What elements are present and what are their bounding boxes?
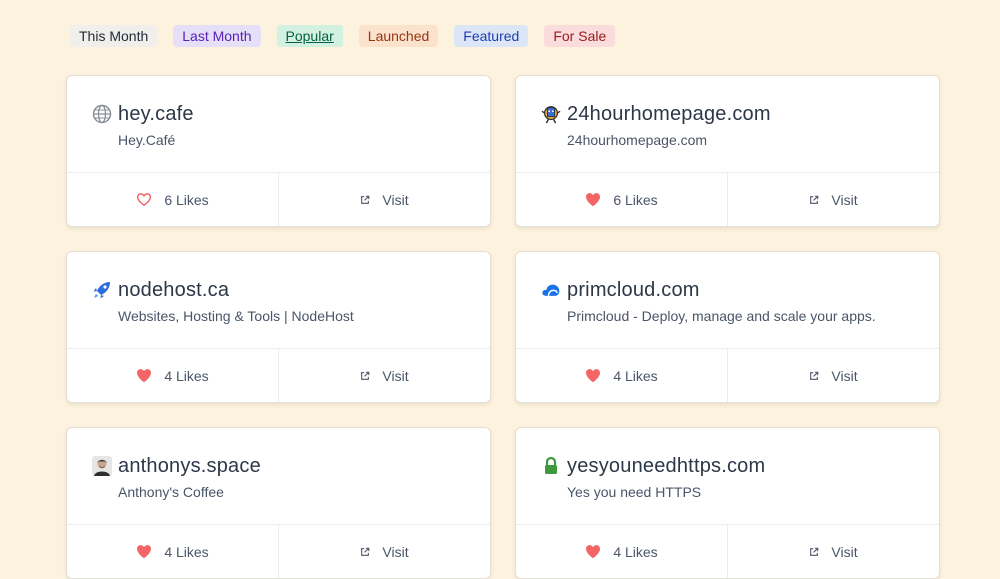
card-actions: 6 Likes Visit [67, 173, 490, 226]
visit-button[interactable]: Visit [728, 525, 939, 578]
site-card: primcloud.com Primcloud - Deploy, manage … [515, 251, 940, 403]
rocket-icon [92, 280, 112, 300]
avatar-icon [92, 456, 112, 476]
external-link-icon [809, 195, 819, 205]
like-button[interactable]: 4 Likes [516, 349, 728, 402]
title-row: primcloud.com [541, 278, 939, 302]
heart-icon [136, 544, 152, 559]
site-title[interactable]: primcloud.com [567, 279, 700, 302]
like-button[interactable]: 6 Likes [516, 173, 728, 226]
site-grid: hey.cafe Hey.Café 6 Likes Visit 24hourhomepa… [66, 75, 940, 579]
card-header: 24hourhomepage.com 24hourhomepage.com [516, 76, 939, 174]
filter-popular[interactable]: Popular [276, 25, 343, 47]
likes-count: 4 Likes [613, 367, 658, 384]
like-button[interactable]: 6 Likes [67, 173, 279, 226]
visit-button[interactable]: Visit [279, 525, 490, 578]
site-description: Anthony's Coffee [118, 484, 224, 500]
filter-for-sale[interactable]: For Sale [544, 25, 616, 47]
site-title[interactable]: anthonys.space [118, 455, 261, 478]
visit-label: Visit [382, 543, 409, 560]
site-description: Yes you need HTTPS [567, 484, 702, 500]
likes-count: 4 Likes [164, 367, 209, 384]
card-actions: 4 Likes Visit [516, 525, 939, 578]
external-link-icon [809, 547, 819, 557]
site-card: yesyouneedhttps.com Yes you need HTTPS 4 L… [515, 427, 940, 579]
card-actions: 4 Likes Visit [516, 349, 939, 402]
card-header: anthonys.space Anthony's Coffee [67, 428, 490, 526]
site-description: Websites, Hosting & Tools | NodeHost [118, 308, 354, 324]
likes-count: 4 Likes [164, 543, 209, 560]
card-actions: 4 Likes Visit [67, 525, 490, 578]
card-header: nodehost.ca Websites, Hosting & Tools | N… [67, 252, 490, 350]
card-actions: 4 Likes Visit [67, 349, 490, 402]
site-description: Primcloud - Deploy, manage and scale you… [567, 308, 876, 324]
globe-icon [92, 104, 112, 124]
visit-button[interactable]: Visit [728, 349, 939, 402]
heart-icon [585, 544, 601, 559]
cloud-icon [541, 280, 561, 300]
title-row: hey.cafe [92, 102, 490, 126]
site-card: 24hourhomepage.com 24hourhomepage.com 6 Li… [515, 75, 940, 227]
filter-featured[interactable]: Featured [454, 25, 529, 47]
site-card: nodehost.ca Websites, Hosting & Tools | N… [66, 251, 491, 403]
filter-last-month[interactable]: Last Month [173, 25, 261, 47]
site-card: anthonys.space Anthony's Coffee 4 Likes Vis… [66, 427, 491, 579]
visit-label: Visit [382, 367, 409, 384]
heart-icon [585, 192, 601, 207]
like-button[interactable]: 4 Likes [516, 525, 728, 578]
site-card: hey.cafe Hey.Café 6 Likes Visit [66, 75, 491, 227]
lock-icon [541, 456, 561, 476]
visit-label: Visit [382, 191, 409, 208]
like-button[interactable]: 4 Likes [67, 349, 279, 402]
site-title[interactable]: hey.cafe [118, 103, 194, 126]
external-link-icon [360, 195, 370, 205]
filter-bar: This Month Last Month Popular Launched Featu… [70, 25, 616, 47]
title-row: 24hourhomepage.com [541, 102, 939, 126]
card-header: yesyouneedhttps.com Yes you need HTTPS [516, 428, 939, 526]
site-description: 24hourhomepage.com [567, 132, 708, 148]
filter-launched[interactable]: Launched [358, 25, 439, 47]
title-row: yesyouneedhttps.com [541, 454, 939, 478]
heart-icon [136, 192, 152, 207]
like-button[interactable]: 4 Likes [67, 525, 279, 578]
external-link-icon [360, 547, 370, 557]
visit-label: Visit [831, 191, 858, 208]
site-title[interactable]: 24hourhomepage.com [567, 103, 771, 126]
visit-button[interactable]: Visit [279, 349, 490, 402]
heart-icon [585, 368, 601, 383]
visit-button[interactable]: Visit [728, 173, 939, 226]
clock-character-icon [541, 104, 561, 124]
visit-label: Visit [831, 367, 858, 384]
visit-button[interactable]: Visit [279, 173, 490, 226]
title-row: anthonys.space [92, 454, 490, 478]
external-link-icon [809, 371, 819, 381]
visit-label: Visit [831, 543, 858, 560]
filter-this-month[interactable]: This Month [70, 25, 158, 47]
heart-icon [136, 368, 152, 383]
card-header: hey.cafe Hey.Café [67, 76, 490, 174]
site-description: Hey.Café [118, 132, 176, 148]
site-title[interactable]: yesyouneedhttps.com [567, 455, 765, 478]
likes-count: 4 Likes [613, 543, 658, 560]
likes-count: 6 Likes [164, 191, 209, 208]
card-actions: 6 Likes Visit [516, 173, 939, 226]
external-link-icon [360, 371, 370, 381]
site-title[interactable]: nodehost.ca [118, 279, 229, 302]
card-header: primcloud.com Primcloud - Deploy, manage … [516, 252, 939, 350]
likes-count: 6 Likes [613, 191, 658, 208]
title-row: nodehost.ca [92, 278, 490, 302]
